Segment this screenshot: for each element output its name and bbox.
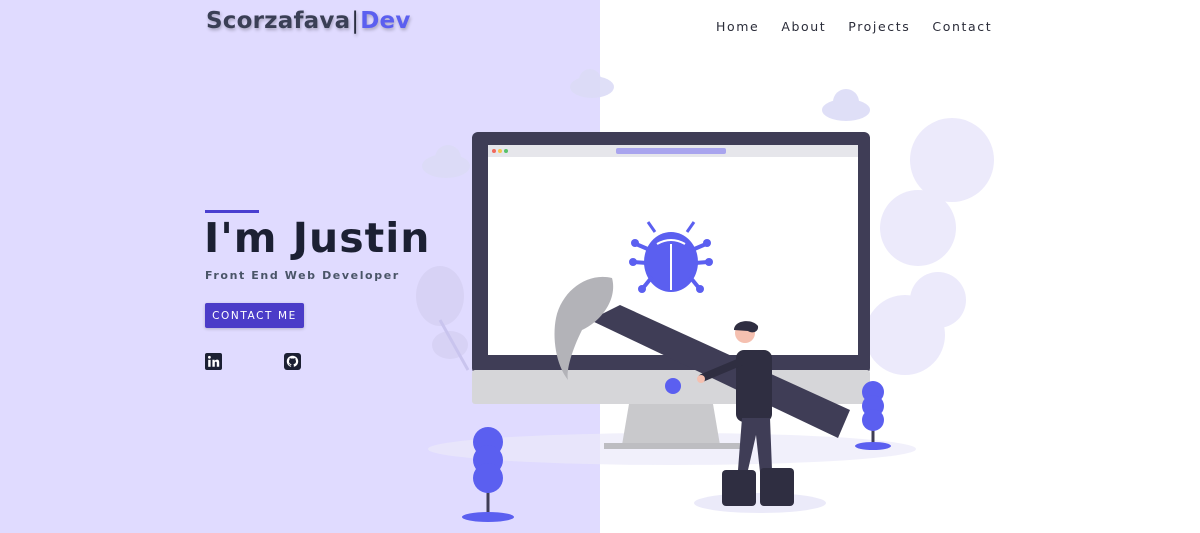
github-link[interactable] — [284, 353, 301, 370]
main-nav: Home About Projects Contact — [716, 19, 992, 34]
nav-contact[interactable]: Contact — [932, 19, 992, 34]
logo-suffix: Dev — [360, 8, 411, 34]
site-logo[interactable]: Scorzafava|Dev — [206, 8, 411, 34]
developer-fixing-bug-illustration — [416, 69, 994, 522]
contact-me-button[interactable]: CONTACT ME — [205, 303, 304, 328]
hero-title: I'm Justin — [204, 214, 431, 262]
github-icon — [284, 353, 301, 370]
logo-separator: | — [351, 8, 360, 34]
nav-home[interactable]: Home — [716, 19, 759, 34]
linkedin-link[interactable] — [205, 353, 222, 370]
hero-subtitle: Front End Web Developer — [205, 269, 400, 282]
logo-brand: Scorzafava — [206, 8, 351, 34]
nav-about[interactable]: About — [781, 19, 826, 34]
hero-accent-bar — [205, 210, 259, 213]
nav-projects[interactable]: Projects — [848, 19, 910, 34]
linkedin-icon — [205, 353, 222, 370]
